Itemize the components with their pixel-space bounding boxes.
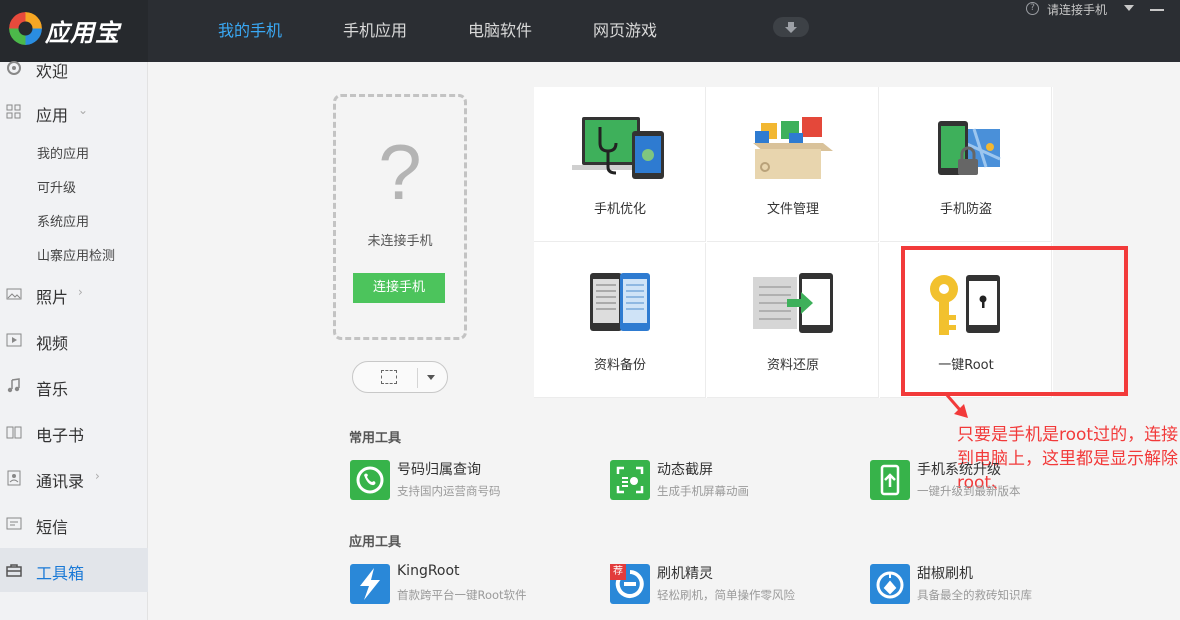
download-manager-button[interactable] bbox=[773, 17, 809, 37]
screenshot-button[interactable] bbox=[352, 361, 448, 393]
section-title-app-tools: 应用工具 bbox=[349, 535, 402, 550]
feature-phone-optimize[interactable]: 手机优化 bbox=[534, 87, 706, 242]
book-icon bbox=[6, 424, 22, 440]
nav-phone-apps[interactable]: 手机应用 bbox=[343, 17, 407, 41]
phone-placeholder-card: ? 未连接手机 连接手机 bbox=[333, 94, 467, 340]
toolbox-icon bbox=[6, 562, 22, 578]
system-upgrade-icon bbox=[870, 460, 910, 500]
screenshot-icon bbox=[381, 370, 397, 384]
chevron-down-icon[interactable] bbox=[427, 375, 435, 380]
logo-icon bbox=[9, 12, 42, 45]
contacts-icon bbox=[6, 470, 22, 486]
sidebar-item-welcome[interactable]: 欢迎 bbox=[0, 46, 148, 90]
sidebar-item-label: 工具箱 bbox=[36, 564, 85, 583]
feature-label: 手机防盗 bbox=[939, 202, 992, 217]
tool-name: KingRoot bbox=[397, 563, 460, 579]
nav-pc-software[interactable]: 电脑软件 bbox=[468, 17, 532, 41]
sidebar-item-video[interactable]: 视频 bbox=[0, 318, 148, 362]
backup-icon bbox=[590, 273, 650, 331]
chevron-down-icon: ⌄ bbox=[78, 103, 89, 117]
tool-desc: 一键升级到最新版本 bbox=[917, 484, 1021, 498]
tool-desc: 具备最全的救砖知识库 bbox=[917, 588, 1032, 602]
tool-name: 动态截屏 bbox=[657, 462, 713, 478]
nav-web-games[interactable]: 网页游戏 bbox=[593, 17, 657, 41]
sidebar-item-music[interactable]: 音乐 bbox=[0, 364, 148, 408]
sidebar-item-toolbox[interactable]: 工具箱 bbox=[0, 548, 148, 592]
tool-desc: 支持国内运营商号码 bbox=[397, 484, 501, 498]
sidebar-item-label: 通讯录 bbox=[36, 472, 85, 491]
sidebar-item-label: 短信 bbox=[36, 518, 69, 537]
chevron-right-icon: › bbox=[95, 469, 100, 483]
grid-icon bbox=[6, 104, 22, 120]
feature-label: 手机优化 bbox=[593, 202, 646, 217]
sidebar-sub-system-apps[interactable]: 系统应用 bbox=[37, 211, 89, 230]
sidebar-item-contacts[interactable]: 通讯录 › bbox=[0, 456, 148, 500]
tool-name: 甜椒刷机 bbox=[917, 566, 973, 582]
sidebar-item-apps[interactable]: 应用 ⌄ bbox=[0, 90, 148, 134]
tool-kingroot[interactable]: KingRoot 首款跨平台一键Root软件 bbox=[350, 563, 590, 608]
tool-screen-capture[interactable]: 动态截屏 生成手机屏幕动画 bbox=[610, 460, 850, 504]
sidebar-item-label: 欢迎 bbox=[36, 62, 69, 81]
annotation-arrow-icon bbox=[944, 393, 968, 418]
minimize-icon[interactable] bbox=[1150, 9, 1164, 11]
download-icon bbox=[785, 22, 797, 33]
kingroot-icon bbox=[350, 564, 390, 604]
tool-desc: 轻松刷机，简单操作零风险 bbox=[657, 588, 795, 602]
connect-phone-button[interactable]: 连接手机 bbox=[353, 273, 445, 303]
help-icon[interactable]: ? bbox=[1026, 2, 1039, 15]
welcome-icon bbox=[6, 60, 22, 76]
feature-backup[interactable]: 资料备份 bbox=[534, 243, 706, 398]
video-icon bbox=[6, 332, 22, 348]
phone-status-text: 未连接手机 bbox=[367, 234, 433, 249]
anti-theft-icon bbox=[938, 121, 1001, 175]
sidebar-item-label: 照片 bbox=[36, 288, 69, 307]
feature-restore[interactable]: 资料还原 bbox=[707, 243, 879, 398]
chevron-right-icon: › bbox=[78, 285, 83, 299]
tool-system-upgrade[interactable]: 手机系统升级 一键升级到最新版本 bbox=[870, 460, 1110, 504]
annotation-highlight-box bbox=[901, 246, 1128, 396]
sidebar-item-photos[interactable]: 照片 › bbox=[0, 272, 148, 316]
tool-tianjiao[interactable]: 甜椒刷机 具备最全的救砖知识库 bbox=[870, 564, 1110, 608]
menu-dropdown-icon[interactable] bbox=[1124, 5, 1134, 11]
sidebar: 欢迎 应用 ⌄ 我的应用 可升级 系统应用 山寨应用检测 照片 › 视频 音乐 … bbox=[0, 61, 148, 620]
sidebar-sub-fake-app-check[interactable]: 山寨应用检测 bbox=[37, 245, 115, 264]
file-manage-icon bbox=[753, 117, 833, 179]
phone-optimize-icon bbox=[572, 117, 664, 179]
sidebar-item-label: 视频 bbox=[36, 334, 69, 353]
unknown-phone-icon: ? bbox=[378, 128, 422, 216]
restore-icon bbox=[753, 273, 833, 333]
phone-lookup-icon bbox=[350, 460, 390, 500]
feature-label: 文件管理 bbox=[766, 202, 819, 217]
feature-label: 资料备份 bbox=[593, 358, 646, 373]
feature-anti-theft[interactable]: 手机防盗 bbox=[880, 87, 1052, 242]
tool-flash-wizard[interactable]: 荐 刷机精灵 轻松刷机，简单操作零风险 bbox=[610, 564, 850, 608]
sidebar-item-ebook[interactable]: 电子书 bbox=[0, 410, 148, 454]
tool-desc: 首款跨平台一键Root软件 bbox=[397, 588, 527, 602]
screen-capture-icon bbox=[610, 460, 650, 500]
nav-my-phone[interactable]: 我的手机 bbox=[218, 17, 282, 41]
feature-file-manage[interactable]: 文件管理 bbox=[707, 87, 879, 242]
tool-phone-lookup[interactable]: 号码归属查询 支持国内运营商号码 bbox=[350, 460, 590, 504]
sidebar-item-label: 音乐 bbox=[36, 380, 69, 399]
tool-name: 刷机精灵 bbox=[657, 566, 713, 582]
tianjiao-icon bbox=[870, 564, 910, 604]
sidebar-sub-my-apps[interactable]: 我的应用 bbox=[37, 143, 89, 162]
tool-desc: 生成手机屏幕动画 bbox=[657, 484, 749, 498]
feature-label: 资料还原 bbox=[766, 358, 819, 373]
top-bar: 应用宝 我的手机 手机应用 电脑软件 网页游戏 ? 请连接手机 bbox=[0, 0, 1180, 62]
tool-name: 手机系统升级 bbox=[917, 462, 1001, 478]
section-title-common-tools: 常用工具 bbox=[349, 431, 402, 446]
sms-icon bbox=[6, 516, 22, 532]
tool-name: 号码归属查询 bbox=[397, 462, 481, 478]
flash-wizard-icon: 荐 bbox=[610, 564, 650, 604]
sidebar-item-sms[interactable]: 短信 bbox=[0, 502, 148, 546]
photo-icon bbox=[6, 286, 22, 302]
connect-phone-status[interactable]: 请连接手机 bbox=[1047, 1, 1107, 18]
recommend-badge: 荐 bbox=[610, 564, 626, 580]
music-icon bbox=[6, 378, 22, 394]
sidebar-item-label: 电子书 bbox=[36, 426, 85, 445]
app-name: 应用宝 bbox=[45, 19, 120, 47]
sidebar-item-label: 应用 bbox=[36, 106, 69, 125]
sidebar-sub-upgradable[interactable]: 可升级 bbox=[37, 177, 76, 196]
